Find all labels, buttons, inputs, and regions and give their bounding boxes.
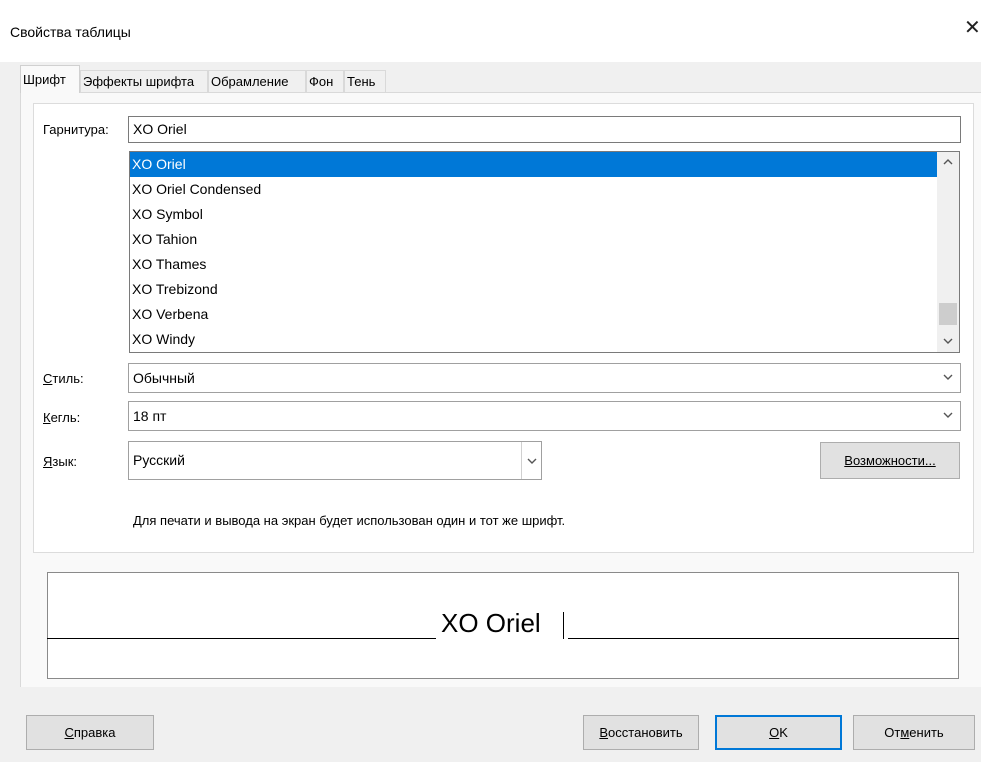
chevron-down-icon[interactable]	[526, 456, 538, 466]
list-item[interactable]: XO Oriel	[130, 152, 937, 177]
text-cursor	[563, 612, 564, 639]
style-label-rest: тиль:	[52, 371, 84, 386]
features-button[interactable]: Возможности...	[820, 442, 960, 479]
cancel-button[interactable]: Отменить	[853, 715, 975, 750]
list-item[interactable]: XO Tahion	[130, 227, 937, 252]
info-text: Для печати и вывода на экран будет испол…	[133, 513, 566, 528]
chevron-up-icon[interactable]	[942, 157, 954, 167]
tab-shadow[interactable]: Тень	[344, 70, 386, 92]
features-button-label: Возможности...	[844, 453, 936, 468]
size-label: Кегль:	[43, 410, 81, 425]
chevron-down-icon[interactable]	[942, 336, 954, 346]
list-item[interactable]: XO Verbena	[130, 302, 937, 327]
list-item[interactable]: XO Oriel Condensed	[130, 177, 937, 202]
size-select[interactable]: 18 пт	[128, 401, 961, 431]
scrollbar-thumb[interactable]	[939, 303, 957, 325]
chevron-down-icon[interactable]	[942, 410, 954, 420]
help-button[interactable]: Справка	[26, 715, 154, 750]
list-item[interactable]: XO Windy	[130, 327, 937, 352]
list-item[interactable]: XO Trebizond	[130, 277, 937, 302]
language-label: Язык:	[43, 454, 77, 469]
font-family-input[interactable]: XO Oriel	[128, 116, 961, 143]
tab-font-effects[interactable]: Эффекты шрифта	[80, 70, 208, 92]
language-select[interactable]: Русский	[128, 441, 542, 480]
list-item[interactable]: XO Thames	[130, 252, 937, 277]
list-item[interactable]: XO Symbol	[130, 202, 937, 227]
tab-background[interactable]: Фон	[306, 70, 344, 92]
ok-button[interactable]: OK	[715, 715, 842, 750]
style-select[interactable]: Обычный	[128, 363, 961, 393]
divider	[521, 442, 522, 479]
window-title: Свойства таблицы	[10, 24, 131, 40]
baseline-line	[568, 638, 959, 639]
style-label: Стиль:	[43, 371, 84, 386]
preview-text: XO Oriel	[441, 608, 541, 638]
tab-font[interactable]: Шрифт	[20, 65, 80, 93]
close-icon[interactable]: ✕	[964, 18, 981, 38]
tab-borders[interactable]: Обрамление	[208, 70, 306, 92]
title-bar	[0, 0, 981, 62]
chevron-down-icon[interactable]	[942, 372, 954, 382]
reset-button[interactable]: Восстановить	[583, 715, 699, 750]
baseline-line	[47, 638, 436, 639]
font-family-label: Гарнитура:	[43, 122, 109, 137]
